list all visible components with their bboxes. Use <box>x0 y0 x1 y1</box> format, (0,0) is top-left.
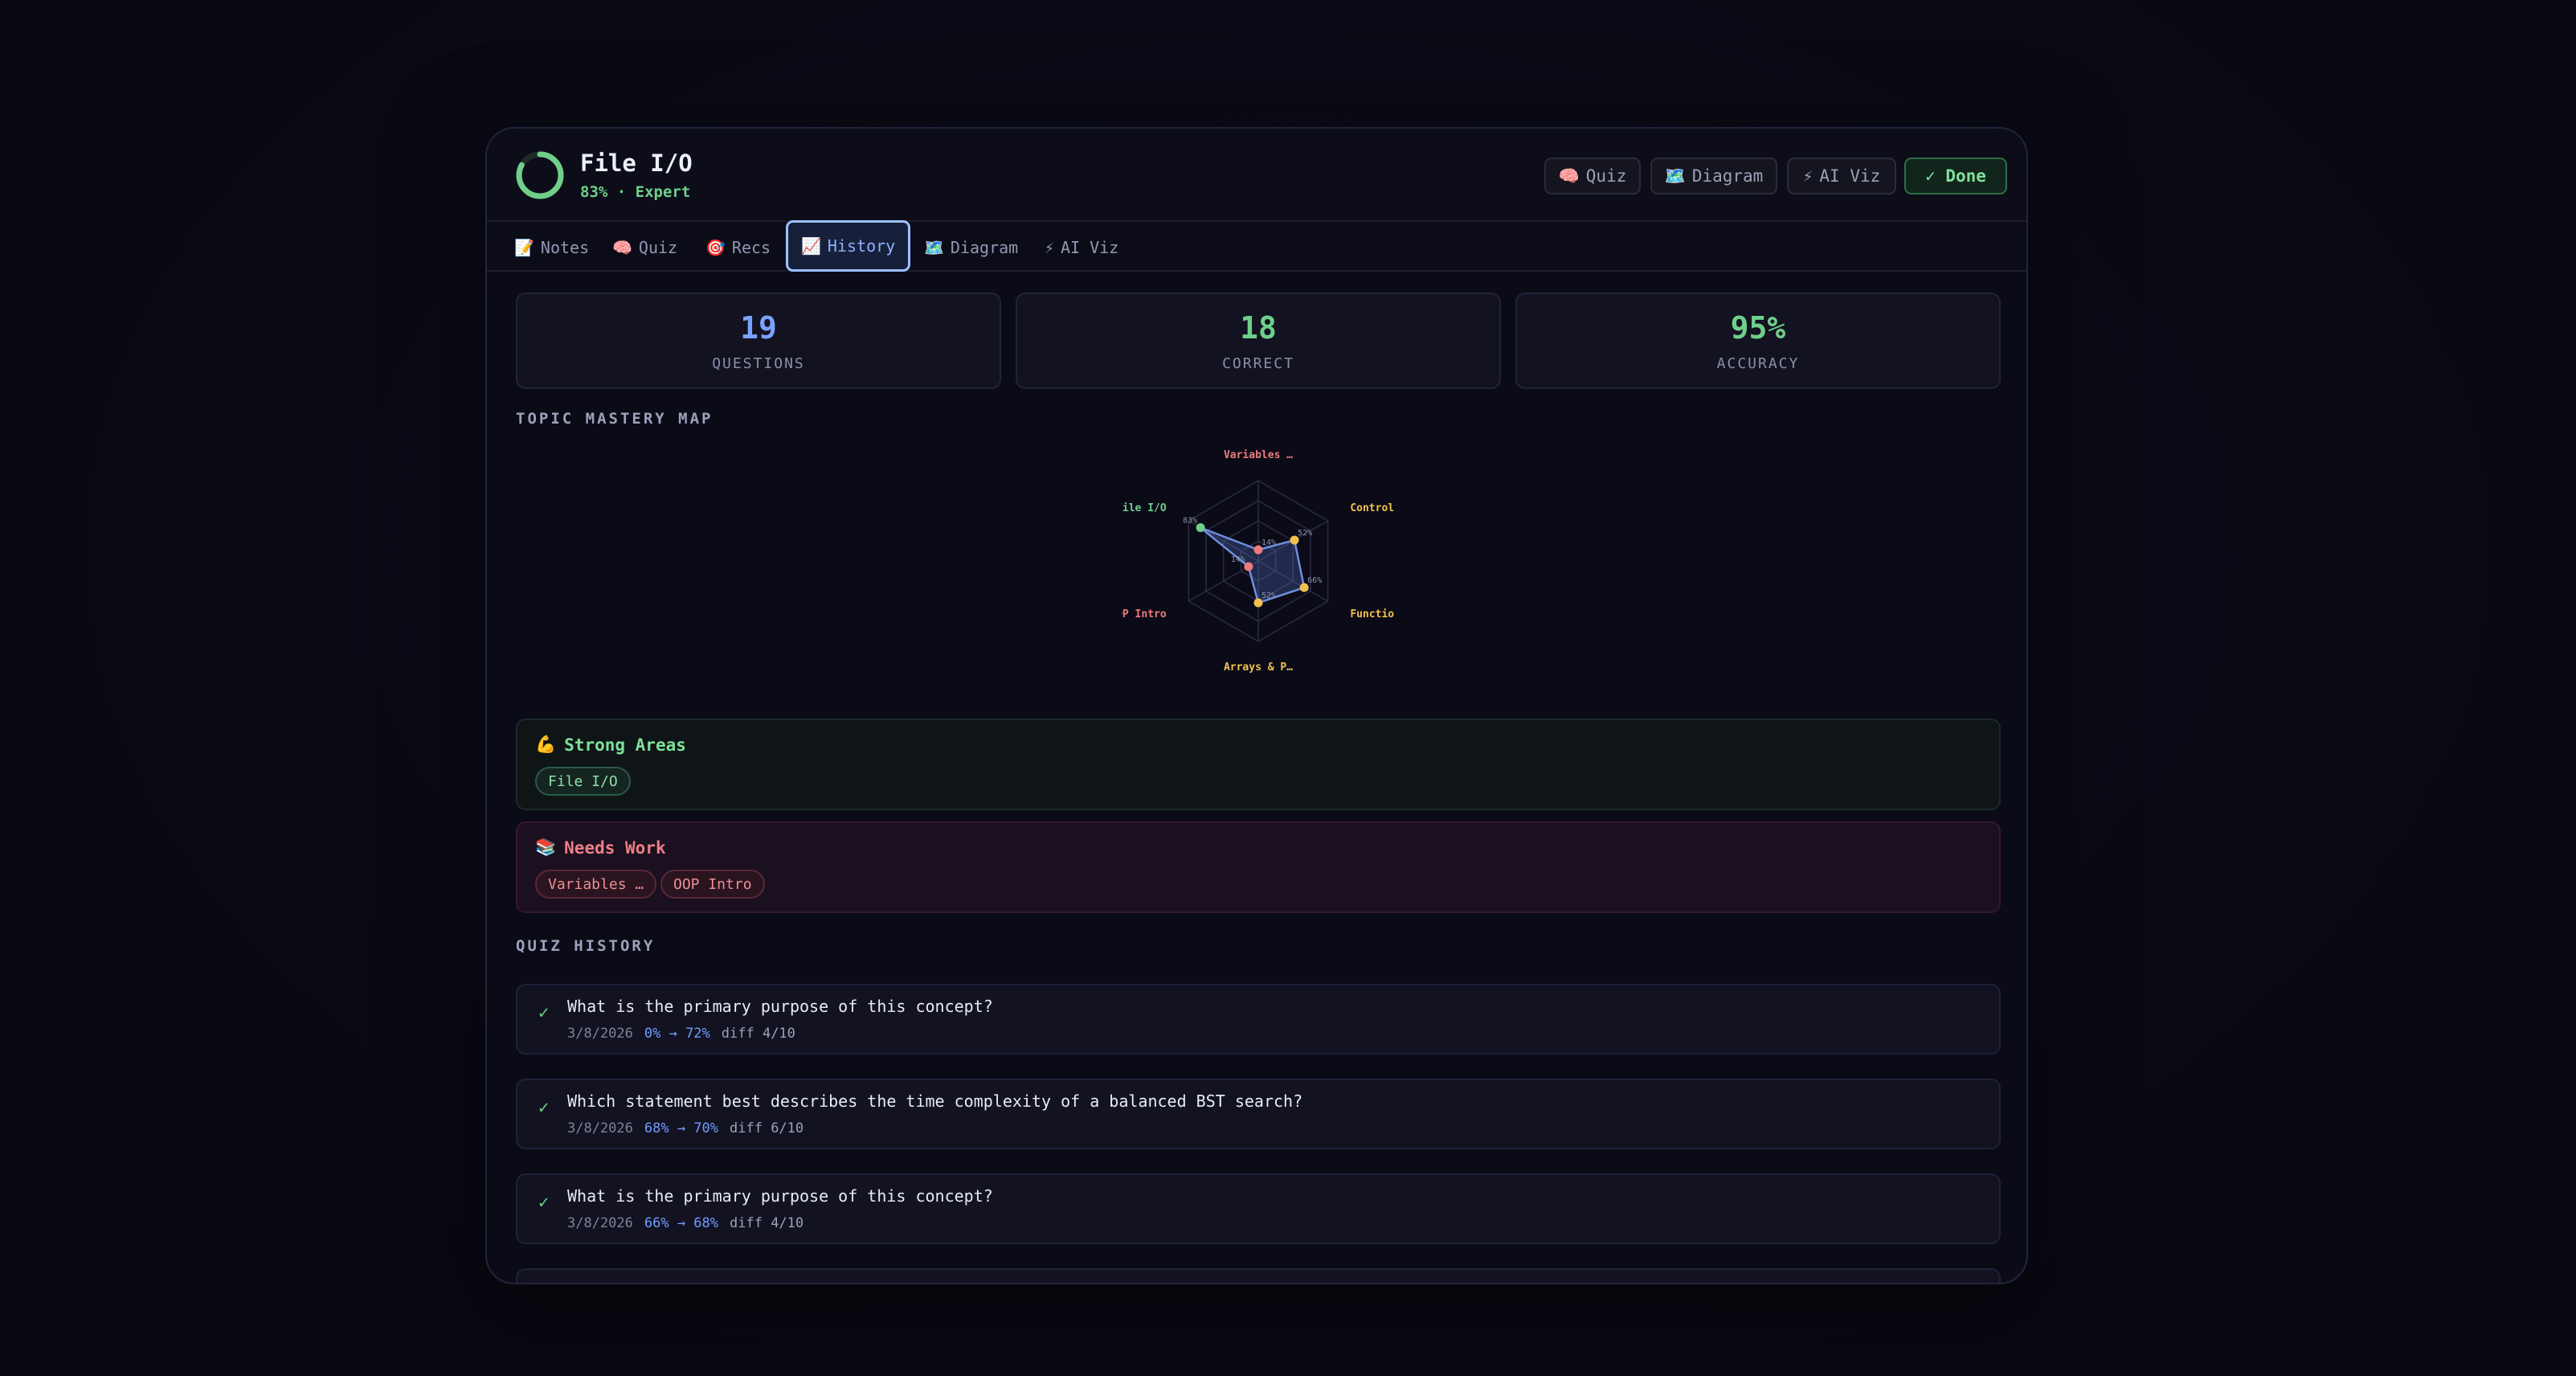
lightning-icon: ⚡ <box>1802 166 1813 186</box>
history-item[interactable] <box>516 1268 2001 1283</box>
flexed-bicep-icon: 💪 <box>535 735 557 754</box>
needs-work-chip[interactable]: OOP Intro <box>660 870 765 899</box>
history-item[interactable]: ✓ Which statement best describes the tim… <box>516 1079 2001 1149</box>
ai-viz-button[interactable]: ⚡ AI Viz <box>1787 158 1896 195</box>
done-button[interactable]: ✓ Done <box>1904 158 2007 195</box>
stat-value: 18 <box>1240 310 1277 346</box>
history-date: 3/8/2026 <box>567 1120 633 1136</box>
map-icon: 🗺️ <box>924 238 944 257</box>
diagram-button[interactable]: 🗺️ Diagram <box>1650 158 1777 195</box>
stat-questions: 19 QUESTIONS <box>516 293 1001 389</box>
history-item[interactable]: ✓ What is the primary purpose of this co… <box>516 984 2001 1055</box>
history-difficulty: diff 4/10 <box>730 1215 804 1231</box>
history-question: Which statement best describes the time … <box>567 1091 1303 1111</box>
card-header: File I/O 83% · Expert 🧠 Quiz 🗺️ Diagram … <box>487 129 2026 222</box>
radar-value-label: 14% <box>1231 555 1245 564</box>
history-difficulty: diff 4/10 <box>721 1026 795 1042</box>
stat-value: 19 <box>740 310 777 346</box>
brain-icon: 🧠 <box>1558 166 1580 186</box>
history-date: 3/8/2026 <box>567 1215 633 1231</box>
history-date: 3/8/2026 <box>567 1026 633 1042</box>
history-item[interactable]: ✓ What is the primary purpose of this co… <box>516 1173 2001 1244</box>
topic-title: File I/O <box>580 149 693 177</box>
quiz-history-title: QUIZ HISTORY <box>516 937 656 955</box>
stat-correct: 18 CORRECT <box>1016 293 1501 389</box>
radar-value-label: 14% <box>1261 539 1276 547</box>
needs-work-title: Needs Work <box>564 837 666 858</box>
strong-area-chip[interactable]: File I/O <box>535 767 631 796</box>
topic-detail-card: File I/O 83% · Expert 🧠 Quiz 🗺️ Diagram … <box>485 127 2028 1284</box>
radar-topic-label: Functions <box>1350 608 1395 620</box>
tab-recs[interactable]: 🎯 Recs <box>697 231 779 264</box>
tab-quiz[interactable]: 🧠 Quiz <box>604 231 685 264</box>
books-icon: 📚 <box>535 837 557 857</box>
radar-topic-label: Arrays & P… <box>1224 661 1293 674</box>
topic-mastery-radar: 14% Variables … 52% Control Fl 66% Functions 5… <box>1122 449 1395 674</box>
history-difficulty: diff 6/10 <box>730 1120 804 1136</box>
radar-topic-label: Control Fl <box>1350 502 1395 514</box>
history-question: What is the primary purpose of this conc… <box>567 997 993 1016</box>
tab-notes[interactable]: 📝 Notes <box>506 231 597 264</box>
map-icon: 🗺️ <box>1664 166 1686 186</box>
progress-ring <box>516 151 564 199</box>
radar-topic-label: OP Intro <box>1122 608 1167 620</box>
history-score-delta: 66% → 68% <box>644 1215 719 1231</box>
chart-icon: 📈 <box>801 236 821 256</box>
history-score-delta: 0% → 72% <box>644 1026 710 1042</box>
strong-areas-panel: 💪 Strong Areas File I/O <box>516 719 2001 810</box>
quiz-button[interactable]: 🧠 Quiz <box>1544 158 1641 195</box>
radar-point <box>1244 562 1253 571</box>
memo-icon: 📝 <box>514 238 534 257</box>
stat-label: CORRECT <box>1222 355 1294 372</box>
tab-ai-viz[interactable]: ⚡ AI Viz <box>1037 231 1126 264</box>
radar-topic-label: Variables … <box>1224 449 1293 461</box>
lightning-icon: ⚡ <box>1045 238 1055 257</box>
tab-history[interactable]: 📈 History <box>786 220 911 272</box>
history-score-delta: 68% → 70% <box>644 1120 719 1136</box>
tab-bar: 📝 Notes 🧠 Quiz 🎯 Recs 📈 History 🗺️ Diagr… <box>487 220 2026 272</box>
tab-diagram[interactable]: 🗺️ Diagram <box>916 231 1026 264</box>
stat-value: 95% <box>1730 310 1786 346</box>
stat-accuracy: 95% ACCURACY <box>1515 293 2001 389</box>
radar-value-label: 52% <box>1261 592 1276 600</box>
topic-mastery-level: 83% · Expert <box>580 183 691 201</box>
needs-work-panel: 📚 Needs Work Variables … OOP Intro <box>516 821 2001 913</box>
radar-point <box>1196 523 1205 532</box>
brain-icon: 🧠 <box>612 238 632 257</box>
history-question: What is the primary purpose of this conc… <box>567 1186 993 1206</box>
mastery-map-title: TOPIC MASTERY MAP <box>516 410 714 428</box>
radar-topic-label: File I/O <box>1122 502 1167 514</box>
radar-value-label: 83% <box>1183 517 1197 526</box>
radar-value-label: 66% <box>1307 576 1322 585</box>
check-icon: ✓ <box>538 1098 550 1118</box>
needs-work-chip[interactable]: Variables … <box>535 870 657 899</box>
target-icon: 🎯 <box>705 238 726 257</box>
stat-label: ACCURACY <box>1716 355 1800 372</box>
check-icon: ✓ <box>538 1193 550 1213</box>
check-icon: ✓ <box>538 1003 550 1023</box>
strong-areas-title: Strong Areas <box>564 735 686 755</box>
stat-label: QUESTIONS <box>712 355 805 372</box>
radar-value-label: 52% <box>1298 529 1312 538</box>
